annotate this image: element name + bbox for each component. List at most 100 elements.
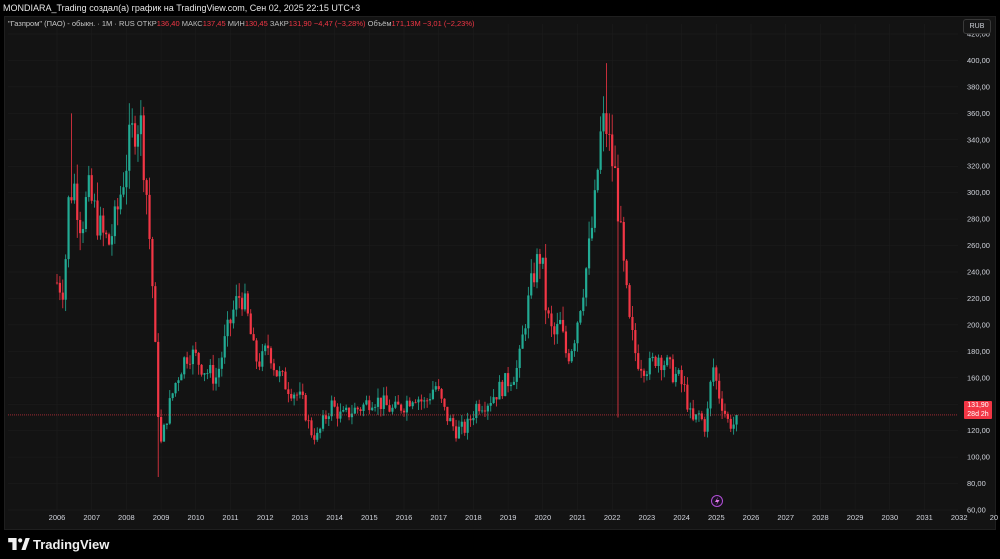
candle-body [680, 370, 683, 385]
candle-body [709, 381, 712, 409]
candle-body [561, 319, 565, 332]
candle-body [414, 402, 417, 404]
candle-body [729, 418, 732, 429]
candle-body [90, 175, 93, 201]
candle-body [564, 331, 568, 354]
candle-body [686, 384, 689, 410]
candle-body [385, 395, 388, 406]
change-value: −4,47 (−3,28%) [313, 19, 366, 28]
candle-body [188, 363, 192, 365]
candle-body [426, 400, 429, 402]
x-tick-label: 2013 [292, 513, 309, 522]
candle-body [538, 254, 542, 264]
high-label: МАКС [181, 19, 203, 28]
candle-body [295, 394, 299, 396]
candle-body [512, 381, 515, 385]
candle-body [220, 357, 223, 369]
candle-body [55, 282, 59, 284]
price-chart[interactable]: 60,0080,00100,00120,00140,00160,00180,00… [0, 0, 1000, 559]
candle-body [553, 326, 556, 335]
candle-body [613, 166, 617, 169]
y-tick-label: 120,00 [967, 426, 990, 435]
y-tick-label: 360,00 [967, 109, 990, 118]
candle-body [347, 407, 351, 418]
candle-body [226, 319, 229, 337]
candle-body [692, 408, 695, 420]
y-tick-label: 180,00 [967, 347, 990, 356]
candle-body [252, 334, 255, 341]
candle-body [611, 134, 614, 167]
candle-body [321, 415, 325, 429]
candle-body [206, 373, 209, 375]
candle-body [495, 397, 498, 400]
candle-body [61, 292, 64, 300]
x-tick-label: 2030 [881, 513, 898, 522]
candle-body [209, 364, 212, 374]
x-tick-label: 2022 [604, 513, 621, 522]
x-tick-label: 2010 [187, 513, 204, 522]
time-axis[interactable]: 2006 2007 2008 2009 2010 2011 2012 2013 2014 2015… [49, 513, 998, 522]
candle-body [417, 399, 420, 403]
event-icon[interactable] [711, 495, 723, 507]
candle-body [634, 330, 637, 354]
x-tick-label: 2015 [361, 513, 378, 522]
candle-body [142, 115, 145, 181]
x-tick-label: 2032 [951, 513, 968, 522]
x-tick-label: 2024 [673, 513, 690, 522]
candle-body [434, 386, 437, 390]
candle-body [278, 371, 281, 377]
candle-body [113, 206, 116, 237]
candle-body [466, 418, 469, 433]
candle-body [177, 380, 180, 383]
candle-body [119, 194, 122, 210]
candle-body [235, 296, 238, 310]
candle-body [689, 408, 692, 410]
candle-body [238, 296, 241, 298]
candle-body [275, 370, 278, 377]
candle-body [180, 374, 183, 381]
candle-body [131, 123, 134, 125]
candle-body [165, 423, 168, 425]
candle-body [668, 357, 672, 360]
x-tick-label: 2026 [743, 513, 760, 522]
currency-button[interactable]: RUB [963, 19, 991, 34]
price-axis[interactable]: 60,0080,00100,00120,00140,00160,00180,00… [967, 30, 990, 515]
candle-body [272, 363, 275, 371]
tradingview-logo[interactable]: TradingView [8, 537, 109, 552]
candle-body [122, 187, 125, 195]
candle-body [136, 134, 140, 147]
candle-body [726, 413, 729, 419]
candle-body [449, 418, 452, 422]
candle-body [700, 413, 703, 420]
candle-body [128, 124, 131, 171]
x-tick-label: 2008 [118, 513, 135, 522]
candle-body [544, 257, 547, 311]
y-tick-label: 280,00 [967, 215, 990, 224]
candle-body [359, 409, 362, 412]
x-tick-label: 2019 [500, 513, 517, 522]
last-price-value: 131,90 [967, 402, 989, 409]
candle-body [457, 426, 461, 439]
candle-body [319, 428, 322, 433]
candle-body [509, 384, 513, 387]
candle-body [313, 435, 316, 440]
candle-body [365, 400, 368, 405]
y-tick-label: 200,00 [967, 320, 990, 329]
candle-body [535, 254, 539, 283]
candle-body [249, 313, 252, 335]
candle-body [437, 386, 440, 390]
candle-body [683, 384, 686, 385]
symbol-name[interactable]: "Газпром" (ПАО) - обыкн. · 1М · RUS [8, 19, 135, 28]
candle-body [79, 219, 82, 234]
candle-body [443, 398, 446, 407]
x-tick-label: 2006 [49, 513, 66, 522]
candle-body [212, 364, 215, 384]
candle-body [183, 357, 186, 375]
candle-body [400, 404, 403, 411]
candle-body [350, 413, 354, 418]
high-value: 137,45 [202, 19, 226, 28]
candle-body [530, 273, 533, 296]
candle-body [645, 374, 648, 376]
candle-body [217, 368, 221, 378]
y-tick-label: 340,00 [967, 135, 990, 144]
